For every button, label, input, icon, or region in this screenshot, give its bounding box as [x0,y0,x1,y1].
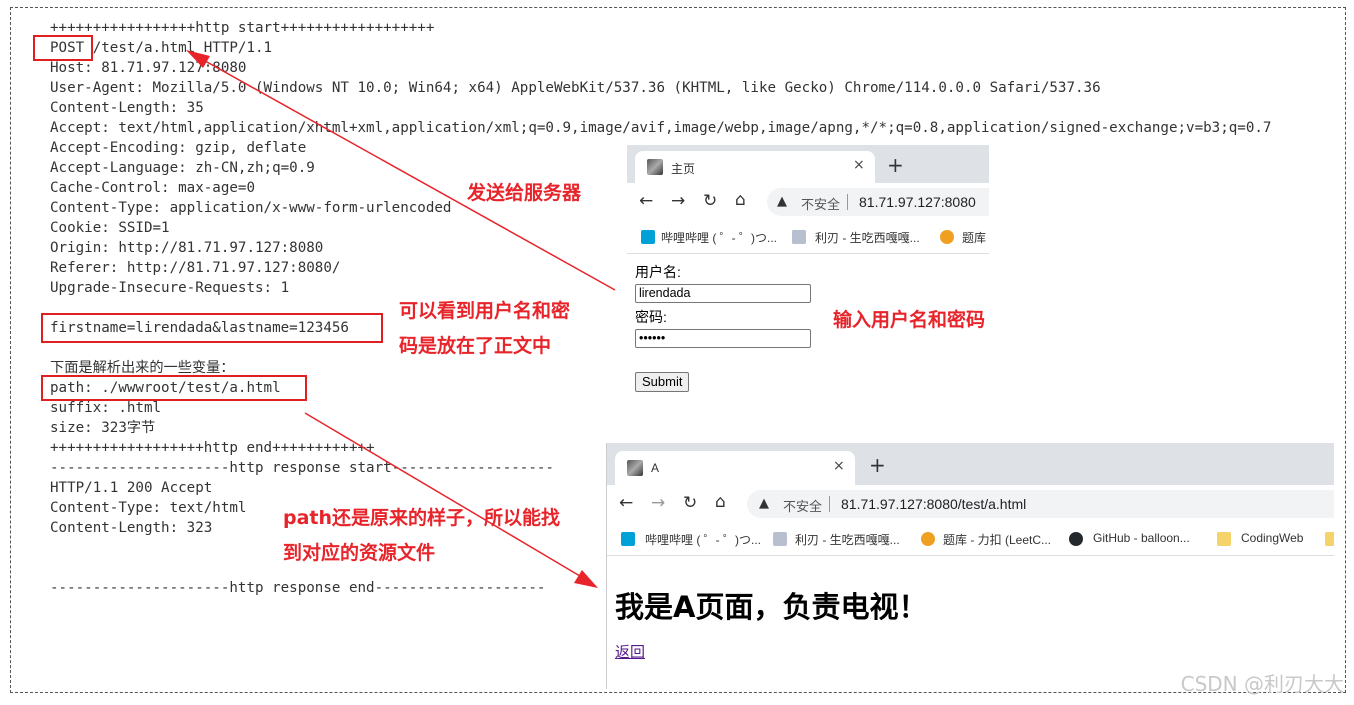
annotation-input-note: 输入用户名和密码 [833,309,986,331]
annotation-body-note-2: 码是放在了正文中 [399,335,552,357]
watermark: CSDN @利刃大大 [1180,672,1344,696]
annotation-path-note-2: 到对应的资源文件 [283,542,436,564]
annotation-arrows [186,50,616,588]
annotation-path-note-1: path还是原来的样子，所以能找 [283,507,561,529]
arrow-head-page [574,570,598,588]
annotation-send-to-server: 发送给服务器 [467,182,582,204]
annotation-body-note-1: 可以看到用户名和密 [399,300,571,322]
arrow-head-request [186,50,210,68]
